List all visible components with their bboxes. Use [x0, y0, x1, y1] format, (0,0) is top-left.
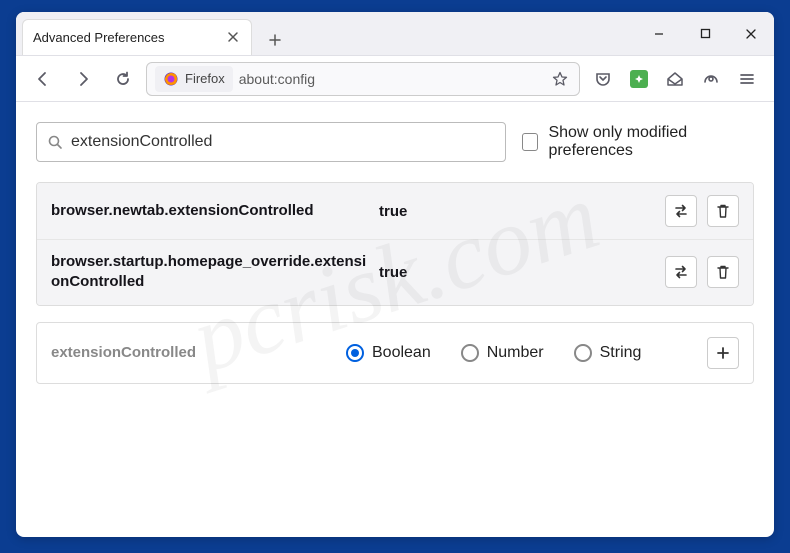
delete-button[interactable] — [707, 256, 739, 288]
new-tab-button[interactable] — [260, 25, 290, 55]
url-bar[interactable]: Firefox about:config — [146, 62, 580, 96]
forward-button[interactable] — [66, 62, 100, 96]
pref-actions — [665, 195, 739, 227]
close-window-button[interactable] — [728, 12, 774, 56]
maximize-button[interactable] — [682, 12, 728, 56]
pref-row[interactable]: browser.newtab.extensionControlled true — [37, 183, 753, 240]
url-text: about:config — [239, 71, 543, 87]
browser-window: Advanced Preferences — [16, 12, 774, 537]
tabs-area: Advanced Preferences — [16, 13, 290, 55]
new-pref-row: extensionControlled Boolean Number Strin… — [36, 322, 754, 384]
search-row: Show only modified preferences — [36, 122, 754, 162]
radio-boolean[interactable]: Boolean — [346, 344, 431, 362]
preferences-list: browser.newtab.extensionControlled true … — [36, 182, 754, 306]
pref-value: true — [371, 203, 665, 220]
radio-string[interactable]: String — [574, 344, 642, 362]
toolbar-right — [586, 62, 764, 96]
checkbox-icon — [522, 133, 538, 151]
titlebar: Advanced Preferences — [16, 12, 774, 56]
toggle-button[interactable] — [665, 256, 697, 288]
radio-number[interactable]: Number — [461, 344, 544, 362]
identity-label: Firefox — [185, 71, 225, 86]
search-input[interactable] — [71, 133, 495, 151]
identity-box[interactable]: Firefox — [155, 66, 233, 92]
search-box[interactable] — [36, 122, 506, 162]
radio-icon — [346, 344, 364, 362]
reload-button[interactable] — [106, 62, 140, 96]
show-modified-checkbox[interactable]: Show only modified preferences — [522, 124, 754, 160]
about-config-content: Show only modified preferences browser.n… — [16, 102, 774, 537]
close-tab-button[interactable] — [225, 29, 241, 45]
radio-icon — [461, 344, 479, 362]
checkbox-label-text: Show only modified preferences — [548, 124, 754, 160]
pocket-button[interactable] — [586, 62, 620, 96]
window-controls — [636, 12, 774, 56]
bookmark-star-icon[interactable] — [549, 71, 571, 87]
mail-button[interactable] — [658, 62, 692, 96]
new-pref-name: extensionControlled — [51, 344, 346, 361]
radio-icon — [574, 344, 592, 362]
pref-value: true — [371, 264, 665, 281]
pref-row[interactable]: browser.startup.homepage_override.extens… — [37, 240, 753, 305]
add-pref-button[interactable] — [707, 337, 739, 369]
firefox-icon — [163, 71, 179, 87]
extension-icon — [630, 70, 648, 88]
extension-button[interactable] — [622, 62, 656, 96]
search-icon — [47, 134, 63, 150]
navigation-toolbar: Firefox about:config — [16, 56, 774, 102]
radio-label: Number — [487, 344, 544, 362]
account-button[interactable] — [694, 62, 728, 96]
pref-name: browser.startup.homepage_override.extens… — [51, 252, 371, 293]
type-radio-group: Boolean Number String — [346, 344, 707, 362]
delete-button[interactable] — [707, 195, 739, 227]
tab-title: Advanced Preferences — [33, 30, 217, 45]
radio-label: String — [600, 344, 642, 362]
toggle-button[interactable] — [665, 195, 697, 227]
radio-label: Boolean — [372, 344, 431, 362]
pref-actions — [665, 256, 739, 288]
back-button[interactable] — [26, 62, 60, 96]
app-menu-button[interactable] — [730, 62, 764, 96]
tab-active[interactable]: Advanced Preferences — [22, 19, 252, 55]
pref-name: browser.newtab.extensionControlled — [51, 201, 371, 221]
minimize-button[interactable] — [636, 12, 682, 56]
